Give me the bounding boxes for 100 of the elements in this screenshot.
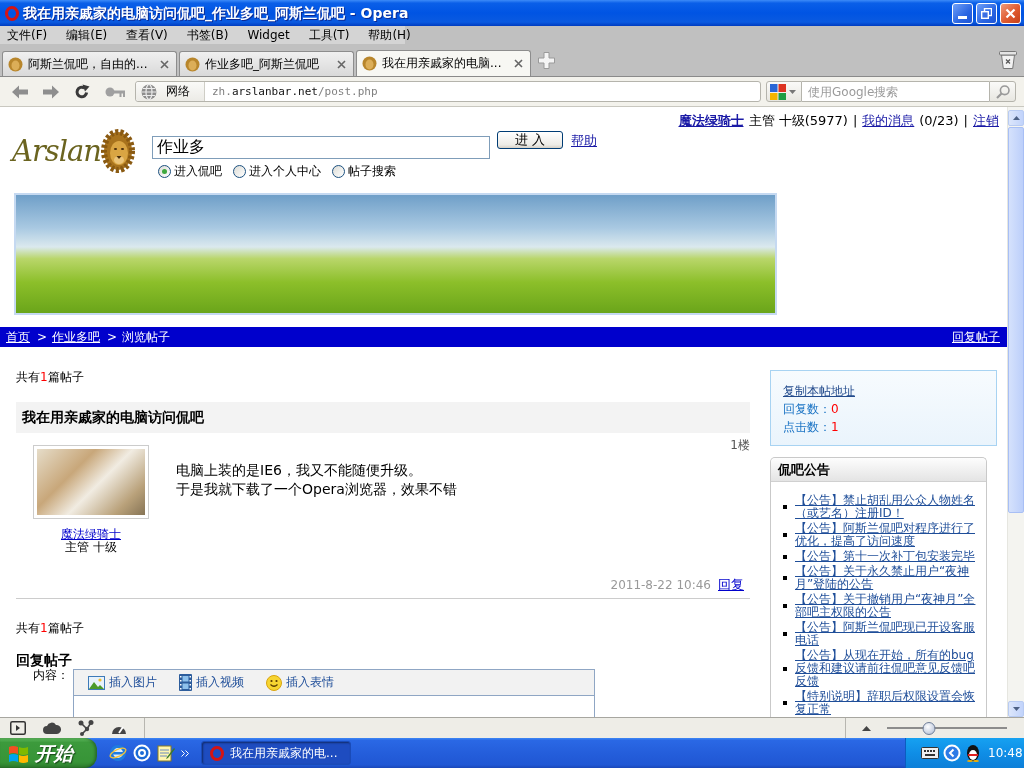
- scrollbar-thumb[interactable]: [1008, 127, 1024, 513]
- browser-tab[interactable]: 阿斯兰侃吧，自由的...: [2, 51, 177, 76]
- favicon-icon: [362, 56, 377, 71]
- opera-icon: [210, 745, 224, 761]
- clock-text: 10:48: [988, 745, 1023, 761]
- start-button[interactable]: 开始: [0, 738, 97, 768]
- post-count-text: 共有1篇帖子: [16, 371, 84, 384]
- radio-button[interactable]: [158, 164, 171, 178]
- menu-item[interactable]: 文件(F): [2, 26, 53, 44]
- globe-icon: [141, 83, 157, 100]
- scroll-down-button[interactable]: [1008, 701, 1024, 717]
- browser-icon[interactable]: [109, 744, 127, 762]
- radio-label[interactable]: 进入个人中心: [249, 164, 321, 178]
- restore-button[interactable]: [976, 2, 997, 24]
- ring-icon[interactable]: [133, 744, 151, 762]
- help-link[interactable]: 帮助: [571, 133, 597, 148]
- url-text: zh.arslanbar.net/post.php: [211, 84, 378, 99]
- editor-tool-button[interactable]: 插入图片: [88, 675, 157, 690]
- floor-number: 1楼: [730, 439, 750, 451]
- notice-link[interactable]: 【公告】关于撤销用户“夜神月”全部吧主权限的公告: [795, 593, 977, 619]
- nodes-icon[interactable]: [78, 720, 94, 736]
- reload-icon[interactable]: [74, 83, 90, 100]
- caret-up-icon[interactable]: [862, 725, 871, 731]
- bullet-icon: [783, 576, 787, 580]
- username-link[interactable]: 魔法绿骑士: [678, 113, 744, 128]
- bullet-icon: [783, 554, 787, 559]
- penguin-icon[interactable]: [965, 744, 981, 762]
- menu-item[interactable]: 帮助(H): [363, 26, 416, 44]
- notice-link[interactable]: 【公告】阿斯兰侃吧对程序进行了优化，提高了访问速度: [795, 522, 977, 548]
- back-arrow-icon[interactable]: [12, 84, 28, 99]
- radio-button[interactable]: [332, 164, 345, 178]
- keyboard-icon[interactable]: [921, 747, 939, 759]
- content-label: 内容：: [33, 668, 69, 682]
- forward-arrow-icon[interactable]: [43, 84, 59, 99]
- opera-icon: [5, 5, 19, 21]
- address-field[interactable]: 网络 zh.arslanbar.net/post.php: [135, 81, 761, 102]
- double-chevron-icon[interactable]: [181, 749, 189, 757]
- film-icon: [179, 674, 192, 691]
- post-text: 电脑上装的是IE6，我又不能随便升级。: [176, 461, 422, 480]
- browser-tab[interactable]: 我在用亲戚家的电脑...: [356, 50, 531, 76]
- separator: |: [852, 113, 858, 128]
- bullet-icon: [783, 701, 787, 705]
- browser-tab[interactable]: 作业多吧_阿斯兰侃吧: [179, 51, 354, 76]
- radio-label[interactable]: 进入侃吧: [174, 164, 222, 178]
- caret-down-icon: [1012, 707, 1020, 711]
- collapse-arrow-icon[interactable]: [943, 744, 961, 762]
- close-icon[interactable]: [514, 59, 523, 68]
- search-button[interactable]: [989, 81, 1016, 102]
- picture-icon: [88, 675, 105, 690]
- menu-item[interactable]: 编辑(E): [61, 26, 113, 44]
- author-link[interactable]: 魔法绿骑士: [61, 528, 121, 541]
- stat-text: 点击数：1: [783, 419, 839, 436]
- restore-icon: [981, 7, 992, 19]
- web-search-field[interactable]: 使用Google搜索: [802, 81, 989, 102]
- zone-button[interactable]: 网络: [136, 82, 205, 101]
- editor-tool-button[interactable]: 插入表情: [266, 674, 334, 691]
- menu-item[interactable]: 工具(T): [303, 26, 355, 44]
- scroll-up-button[interactable]: [1008, 110, 1024, 126]
- search-input[interactable]: 作业多: [152, 136, 490, 159]
- notice-link[interactable]: 【公告】第十一次补丁包安装完毕: [795, 550, 977, 563]
- enter-button[interactable]: 进 入: [497, 131, 563, 149]
- close-button[interactable]: [1000, 2, 1021, 24]
- editor-tool-button[interactable]: 插入视频: [179, 674, 244, 691]
- breadcrumb-link[interactable]: 首页: [6, 327, 30, 347]
- reply-post-link[interactable]: 回复帖子: [952, 327, 1000, 347]
- user-menu-link[interactable]: 注销: [973, 113, 999, 128]
- separator: |: [963, 113, 968, 128]
- menu-item[interactable]: 书签(B): [181, 26, 234, 44]
- notice-panel-header: 侃吧公告: [771, 458, 986, 482]
- menu-item[interactable]: 查看(V): [121, 26, 173, 44]
- search-engine-button[interactable]: [766, 81, 802, 102]
- radio-button[interactable]: [233, 164, 246, 178]
- cloud-icon[interactable]: [43, 722, 61, 734]
- breadcrumb-link[interactable]: 作业多吧: [52, 327, 101, 347]
- radio-label[interactable]: 帖子搜索: [348, 164, 396, 178]
- user-info-text: 主管 十级(5977): [748, 113, 848, 128]
- post-title: 我在用亲戚家的电脑访问侃吧: [16, 402, 750, 433]
- copy-link[interactable]: 复制本帖地址: [783, 384, 855, 398]
- menu-item[interactable]: Widget: [242, 26, 295, 44]
- close-icon[interactable]: [337, 59, 346, 69]
- notice-link[interactable]: 【公告】阿斯兰侃吧现已开设客服电话: [795, 621, 977, 647]
- panel-icon[interactable]: [10, 721, 26, 735]
- close-icon[interactable]: [160, 59, 169, 69]
- trash-icon[interactable]: [999, 51, 1017, 69]
- notice-link[interactable]: 【公告】从现在开始，所有的bug反馈和建议请前往侃吧意见反馈吧反馈: [795, 649, 977, 688]
- notepad-icon[interactable]: [157, 744, 175, 762]
- favicon-icon: [8, 56, 23, 72]
- minimize-icon: [958, 15, 967, 19]
- favicon-icon: [185, 56, 200, 72]
- slider-thumb[interactable]: [922, 721, 936, 735]
- notice-link[interactable]: 【特别说明】辞职后权限设置会恢复正常: [795, 690, 977, 716]
- notice-link[interactable]: 【公告】关于永久禁止用户“夜神月”登陆的公告: [795, 565, 977, 591]
- reply-link[interactable]: 回复: [718, 577, 744, 592]
- search-engine-icon: [770, 83, 786, 100]
- taskbar-button[interactable]: 我在用亲戚家的电...: [201, 741, 351, 765]
- plus-icon[interactable]: [538, 51, 555, 69]
- notice-link[interactable]: 【公告】禁止胡乱用公众人物姓名（或艺名）注册ID！: [795, 494, 977, 520]
- minimize-button[interactable]: [952, 2, 973, 24]
- user-menu-link[interactable]: 我的消息: [862, 113, 915, 128]
- lion-head-icon: [100, 129, 135, 173]
